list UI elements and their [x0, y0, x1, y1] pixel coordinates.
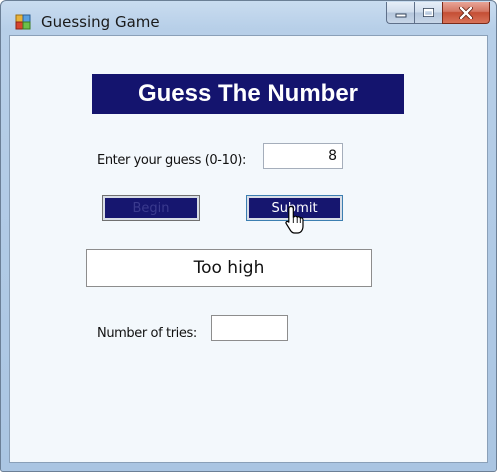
close-button[interactable] [442, 2, 490, 24]
mouse-cursor-icon [285, 205, 304, 234]
minimize-button[interactable] [386, 2, 414, 24]
maximize-button[interactable] [414, 2, 442, 24]
begin-button[interactable]: Begin [102, 195, 200, 221]
banner-title: Guess The Number [92, 74, 404, 114]
result-display: Too high [86, 249, 372, 287]
tries-label: Number of tries: [97, 326, 197, 341]
minimize-icon [395, 13, 406, 17]
form-client-area: Guess The Number Enter your guess (0-10)… [9, 35, 488, 463]
guess-input[interactable] [263, 143, 343, 169]
close-icon [459, 6, 473, 19]
windows-form-icon [15, 14, 31, 30]
tries-count-box [211, 315, 288, 341]
app-window: Guessing Game Guess The Number Enter you… [0, 0, 497, 472]
window-title: Guessing Game [41, 13, 160, 31]
guess-label: Enter your guess (0-10): [97, 153, 246, 168]
caption-buttons [386, 2, 490, 24]
maximize-icon [423, 8, 434, 17]
title-bar[interactable]: Guessing Game [1, 1, 496, 35]
